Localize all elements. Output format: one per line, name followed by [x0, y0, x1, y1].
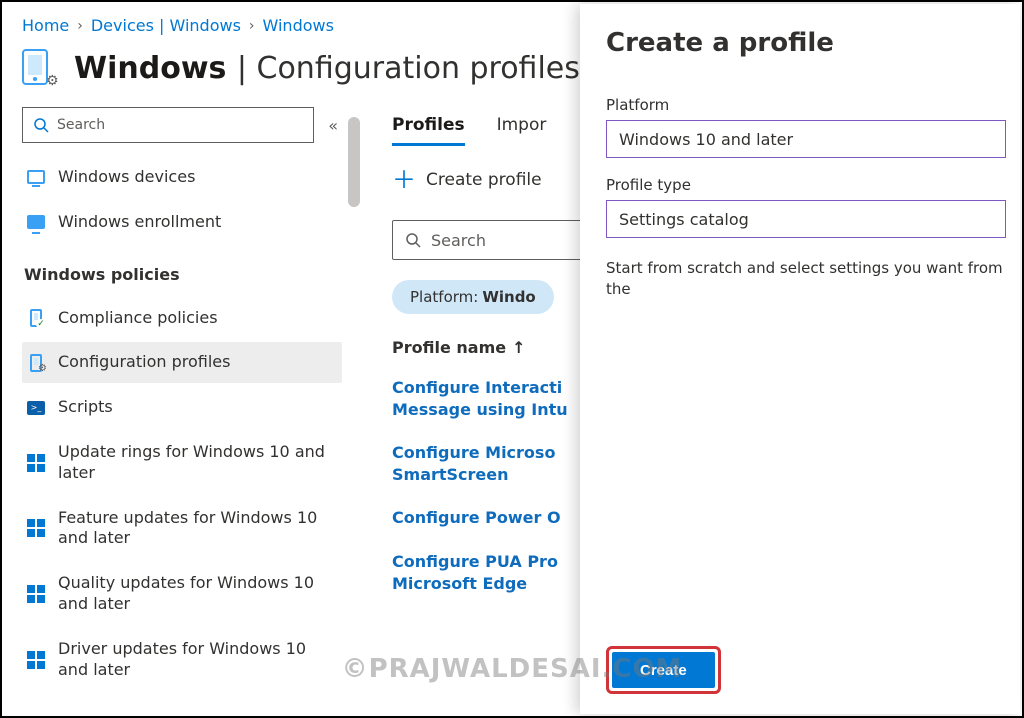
windows-icon	[26, 584, 46, 604]
plus-icon: ＋	[392, 168, 416, 192]
sidebar-item-quality-updates[interactable]: Quality updates for Windows 10 and later	[22, 563, 342, 625]
sidebar: Search « Windows devices Windows enrollm…	[2, 107, 342, 701]
panel-helper-text: Start from scratch and select settings y…	[606, 258, 1006, 300]
page-title: Windows | Configuration profiles	[74, 51, 580, 86]
sidebar-scrollbar[interactable]	[346, 107, 362, 701]
sidebar-item-feature-updates[interactable]: Feature updates for Windows 10 and later	[22, 498, 342, 560]
windows-icon	[26, 453, 46, 473]
platform-value: Windows 10 and later	[619, 130, 793, 149]
phone-gear-icon	[26, 353, 46, 373]
device-profile-icon: ⚙	[22, 49, 60, 87]
tab-profiles[interactable]: Profiles	[392, 115, 465, 146]
filter-value: Windo	[478, 288, 535, 306]
sidebar-search-placeholder: Search	[57, 117, 105, 133]
column-header-label: Profile name	[392, 338, 506, 357]
windows-icon	[26, 518, 46, 538]
profile-row-link[interactable]: Configure Power O	[392, 507, 612, 529]
sidebar-item-label: Driver updates for Windows 10 and later	[58, 639, 332, 681]
profile-row-link[interactable]: Configure Interacti Message using Intu	[392, 377, 612, 420]
chevron-right-icon: ›	[249, 18, 255, 34]
sidebar-item-label: Update rings for Windows 10 and later	[58, 442, 332, 484]
sidebar-item-compliance-policies[interactable]: Compliance policies	[22, 298, 342, 339]
sidebar-item-configuration-profiles[interactable]: Configuration profiles	[22, 342, 342, 383]
create-profile-label: Create profile	[426, 170, 542, 190]
profile-type-label: Profile type	[606, 176, 1006, 194]
sidebar-item-label: Configuration profiles	[58, 352, 332, 373]
terminal-icon	[26, 398, 46, 418]
monitor-filled-icon	[26, 212, 46, 232]
create-profile-panel: Create a profile Platform Windows 10 and…	[580, 4, 1020, 714]
tab-import[interactable]: Impor	[497, 115, 547, 146]
breadcrumb-devices[interactable]: Devices | Windows	[91, 16, 241, 35]
search-icon	[405, 232, 421, 248]
breadcrumb-home[interactable]: Home	[22, 16, 69, 35]
platform-dropdown[interactable]: Windows 10 and later	[606, 120, 1006, 158]
create-button[interactable]: Create	[612, 652, 715, 688]
sidebar-item-driver-updates[interactable]: Driver updates for Windows 10 and later	[22, 629, 342, 691]
platform-label: Platform	[606, 96, 1006, 114]
sidebar-item-label: Windows devices	[58, 167, 332, 188]
sidebar-item-label: Windows enrollment	[58, 212, 332, 233]
windows-icon	[26, 650, 46, 670]
monitor-icon	[26, 167, 46, 187]
filter-label: Platform:	[410, 288, 478, 306]
sidebar-item-scripts[interactable]: Scripts	[22, 387, 342, 428]
panel-title: Create a profile	[606, 28, 1006, 58]
profile-type-dropdown[interactable]: Settings catalog	[606, 200, 1006, 238]
page-title-sub: Configuration profiles	[257, 51, 580, 86]
gear-icon: ⚙	[46, 73, 62, 89]
chevron-right-icon: ›	[77, 18, 83, 34]
sidebar-item-label: Compliance policies	[58, 308, 332, 329]
profile-type-value: Settings catalog	[619, 210, 749, 229]
sidebar-search-input[interactable]: Search	[22, 107, 314, 143]
sidebar-item-windows-enrollment[interactable]: Windows enrollment	[22, 202, 342, 243]
breadcrumb-windows[interactable]: Windows	[263, 16, 334, 35]
sidebar-item-update-rings[interactable]: Update rings for Windows 10 and later	[22, 432, 342, 494]
profile-row-link[interactable]: Configure PUA Pro Microsoft Edge	[392, 551, 612, 594]
search-icon	[33, 117, 49, 133]
profiles-search-placeholder: Search	[431, 231, 486, 250]
sidebar-item-label: Quality updates for Windows 10 and later	[58, 573, 332, 615]
profile-row-link[interactable]: Configure Microso SmartScreen	[392, 442, 612, 485]
sidebar-section-policies: Windows policies	[22, 247, 342, 294]
phone-check-icon	[26, 308, 46, 328]
collapse-sidebar-icon[interactable]: «	[324, 112, 342, 139]
filter-platform-chip[interactable]: Platform: Windo	[392, 280, 554, 314]
sort-asc-icon: ↑	[512, 338, 525, 357]
sidebar-item-windows-devices[interactable]: Windows devices	[22, 157, 342, 198]
create-button-highlight: Create	[606, 646, 721, 694]
sidebar-item-label: Scripts	[58, 397, 332, 418]
page-title-main: Windows	[74, 51, 226, 86]
sidebar-item-label: Feature updates for Windows 10 and later	[58, 508, 332, 550]
